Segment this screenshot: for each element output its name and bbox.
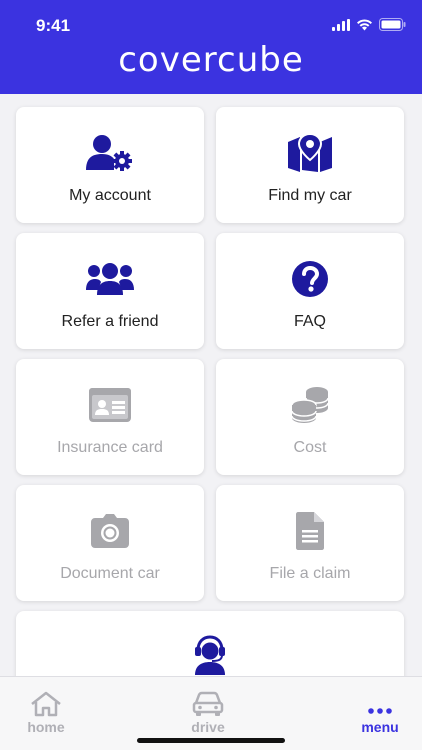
car-icon	[192, 691, 224, 716]
question-circle-icon	[291, 259, 329, 299]
id-card-icon	[89, 385, 131, 425]
my-account-card[interactable]: My account	[16, 107, 204, 223]
cost-label: Cost	[293, 439, 327, 456]
refer-a-friend-card[interactable]: Refer a friend	[16, 233, 204, 349]
tab-home[interactable]: home	[6, 691, 86, 735]
tab-home-label: home	[27, 719, 65, 735]
faq-label: FAQ	[293, 313, 326, 330]
wifi-icon	[357, 18, 372, 30]
headset-agent-icon	[193, 635, 227, 675]
file-a-claim-card[interactable]: File a claim	[216, 485, 404, 601]
status-time: 9:41	[36, 16, 71, 35]
tab-menu-label: menu	[361, 719, 399, 735]
app-header: 9:41 covercube	[0, 0, 422, 94]
coins-icon	[291, 385, 329, 425]
insurance-card-card[interactable]: Insurance card	[16, 359, 204, 475]
tab-drive[interactable]: drive	[168, 691, 248, 735]
users-icon	[86, 259, 134, 299]
signal-icon	[332, 18, 350, 31]
my-account-label: My account	[69, 187, 151, 204]
file-a-claim-label: File a claim	[269, 565, 351, 582]
brand-logo: covercube	[118, 40, 304, 80]
home-icon	[31, 691, 61, 717]
faq-card[interactable]: FAQ	[216, 233, 404, 349]
insurance-card-label: Insurance card	[57, 439, 163, 456]
more-dots-icon	[368, 708, 392, 714]
tab-drive-label: drive	[191, 719, 225, 735]
map-pin-icon	[288, 133, 332, 173]
find-my-car-card[interactable]: Find my car	[216, 107, 404, 223]
camera-icon	[91, 511, 129, 551]
document-car-label: Document car	[60, 565, 160, 582]
refer-a-friend-label: Refer a friend	[61, 313, 159, 330]
document-car-card[interactable]: Document car	[16, 485, 204, 601]
file-text-icon	[296, 511, 324, 551]
find-my-car-label: Find my car	[268, 187, 352, 204]
tab-menu[interactable]: menu	[340, 691, 420, 735]
home-indicator	[137, 738, 285, 743]
battery-icon	[379, 18, 406, 31]
status-icons	[332, 18, 406, 31]
user-settings-icon	[86, 133, 134, 173]
cost-card[interactable]: Cost	[216, 359, 404, 475]
